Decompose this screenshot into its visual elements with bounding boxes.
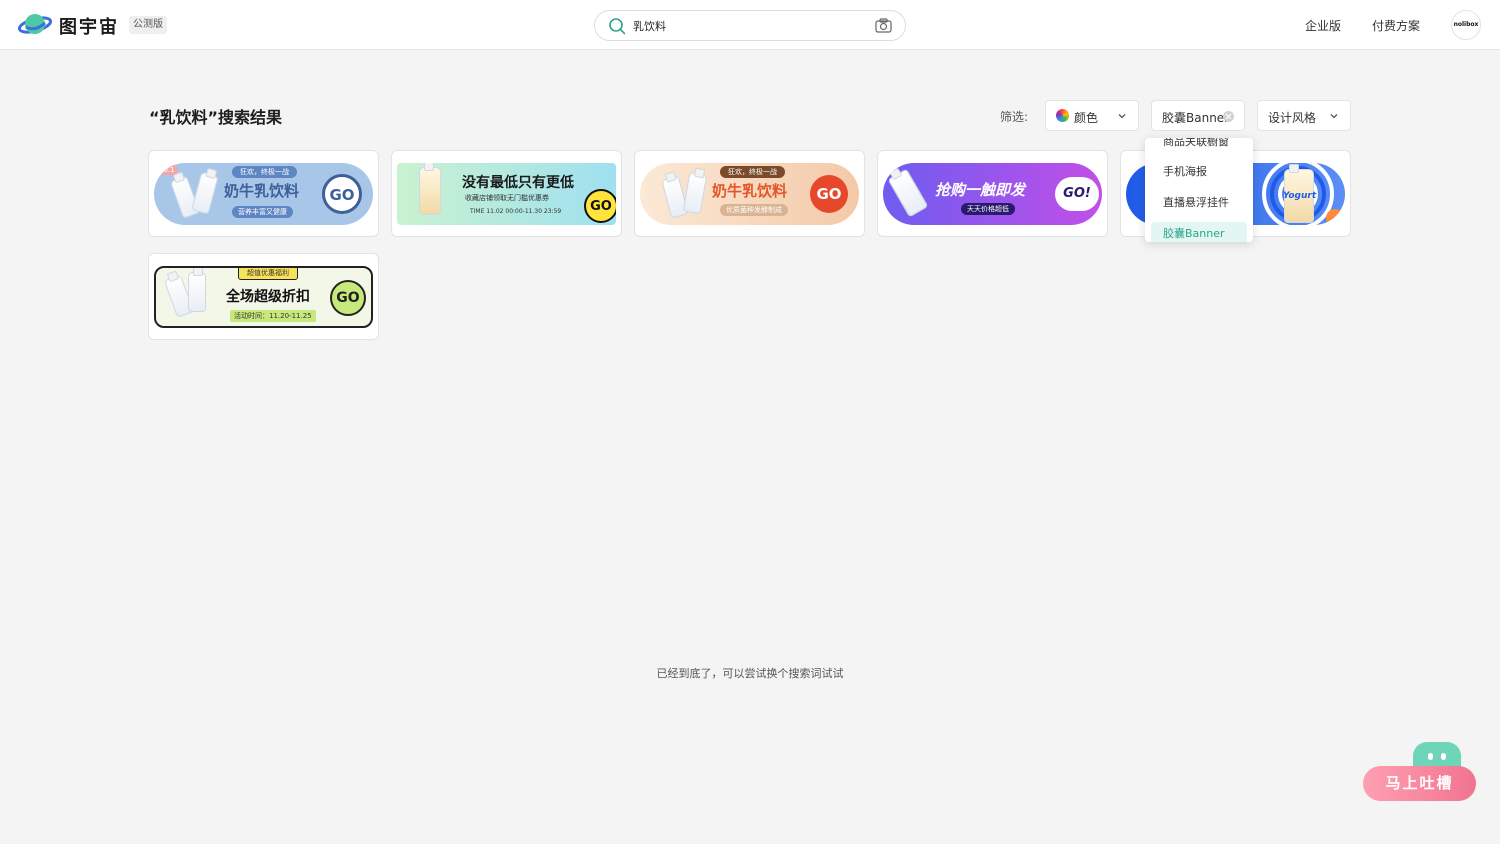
milk-bottle-icon (682, 171, 708, 215)
result-card[interactable]: 超值优惠福利 全场超级折扣 活动时间：11.20-11.25 GO (148, 253, 379, 340)
type-filter[interactable]: 胶囊Banner (1151, 100, 1245, 131)
dropdown-item[interactable]: 手机海报 (1151, 160, 1247, 183)
go-badge: GO (322, 174, 362, 214)
camera-icon[interactable] (875, 18, 892, 33)
avatar[interactable]: nolibox (1451, 10, 1481, 40)
milk-bottle-icon (188, 268, 206, 312)
banner-sub-text: 营养丰富又健康 (232, 206, 293, 218)
banner-sub-text: 优质菌种发酵制成 (720, 204, 788, 216)
date-tag: 10.1 (156, 165, 178, 175)
milk-bottle-icon (191, 171, 219, 215)
yogurt-bottle-icon (419, 163, 441, 215)
banner-image: 抢购一触即发 天天价格超低 GO! (883, 163, 1102, 225)
end-of-results-text: 已经到底了，可以尝试换个搜索词试试 (656, 667, 844, 680)
style-filter-label: 设计风格 (1268, 111, 1317, 125)
result-card[interactable]: 没有最低只有更低 收藏店铺领取无门槛优惠券 TIME 11.02 00:00-1… (391, 150, 622, 237)
color-wheel-icon (1056, 109, 1069, 122)
banner-time-text: TIME 11.02 00:00-11.30 23:59 (470, 208, 562, 215)
orange-dot (1326, 209, 1344, 225)
result-card[interactable]: 抢购一触即发 天天价格超低 GO! (877, 150, 1108, 237)
search-bar[interactable] (594, 10, 906, 41)
banner-main-text: 抢购一触即发 (935, 181, 1026, 199)
banner-image: 超值优惠福利 全场超级折扣 活动时间：11.20-11.25 GO (154, 266, 373, 328)
banner-main-text: 全场超级折扣 (226, 289, 310, 305)
search-input[interactable] (633, 17, 863, 35)
banner-main-text: 奶牛乳饮料 (712, 182, 788, 200)
banner-top-text: 超值优惠福利 (238, 268, 298, 280)
banner-image: 没有最低只有更低 收藏店铺领取无门槛优惠券 TIME 11.02 00:00-1… (397, 163, 616, 225)
color-filter-label: 颜色 (1074, 111, 1099, 125)
go-badge: GO (330, 280, 366, 316)
feedback-button[interactable]: 马上吐槽 (1363, 766, 1476, 801)
chevron-down-icon (1118, 114, 1126, 119)
go-badge: GO (584, 189, 616, 223)
filter-label: 筛选: (1000, 110, 1029, 124)
dropdown-item-selected[interactable]: 胶囊Banner (1151, 222, 1247, 242)
go-badge: GO (810, 175, 848, 213)
go-badge: GO! (1055, 177, 1099, 211)
banner-top-text: 狂欢，终极一战 (720, 166, 785, 178)
banner-image: 狂欢，终极一战 奶牛乳饮料 优质菌种发酵制成 GO (640, 163, 859, 225)
banner-sub-text: 天天价格超低 (961, 203, 1015, 215)
banner-top-text: 狂欢，终极一战 (232, 166, 297, 178)
type-dropdown-menu: 商品关联橱窗 手机海报 直播悬浮挂件 胶囊Banner (1145, 138, 1253, 242)
brand-name[interactable]: 图宇宙 (59, 13, 119, 39)
result-card[interactable]: 狂欢，终极一战 奶牛乳饮料 优质菌种发酵制成 GO (634, 150, 865, 237)
milk-carton-icon (887, 168, 929, 218)
banner-image: 狂欢，终极一战 奶牛乳饮料 营养丰富又健康 GO 10.1 (154, 163, 373, 225)
result-card[interactable]: 狂欢，终极一战 奶牛乳饮料 营养丰富又健康 GO 10.1 (148, 150, 379, 237)
clear-icon[interactable] (1223, 111, 1234, 122)
feedback-widget[interactable]: 马上吐槽 (1363, 742, 1477, 802)
banner-main-text: 没有最低只有更低 (462, 175, 574, 191)
beta-badge: 公测版 (129, 16, 167, 34)
banner-main-text: 奶牛乳饮料 (224, 182, 300, 200)
planet-logo-icon[interactable] (18, 10, 52, 40)
style-filter[interactable]: 设计风格 (1257, 100, 1351, 131)
banner-sub-text: 收藏店铺领取无门槛优惠券 (465, 194, 549, 202)
search-icon[interactable] (608, 17, 626, 35)
nav-enterprise[interactable]: 企业版 (1305, 17, 1341, 34)
dropdown-item[interactable]: 商品关联橱窗 (1151, 138, 1247, 153)
nav-pricing[interactable]: 付费方案 (1372, 17, 1420, 34)
banner-sub-text: 活动时间：11.20-11.25 (230, 310, 316, 322)
top-bar: 图宇宙 公测版 企业版 付费方案 nolibox (0, 0, 1500, 50)
color-filter[interactable]: 颜色 (1045, 100, 1139, 131)
page-title: “乳饮料”搜索结果 (149, 108, 283, 127)
bottle-label: Yogurt (1283, 191, 1317, 201)
type-filter-label: 胶囊Banner (1162, 111, 1230, 125)
dropdown-item[interactable]: 直播悬浮挂件 (1151, 191, 1247, 214)
chevron-down-icon (1330, 114, 1338, 119)
